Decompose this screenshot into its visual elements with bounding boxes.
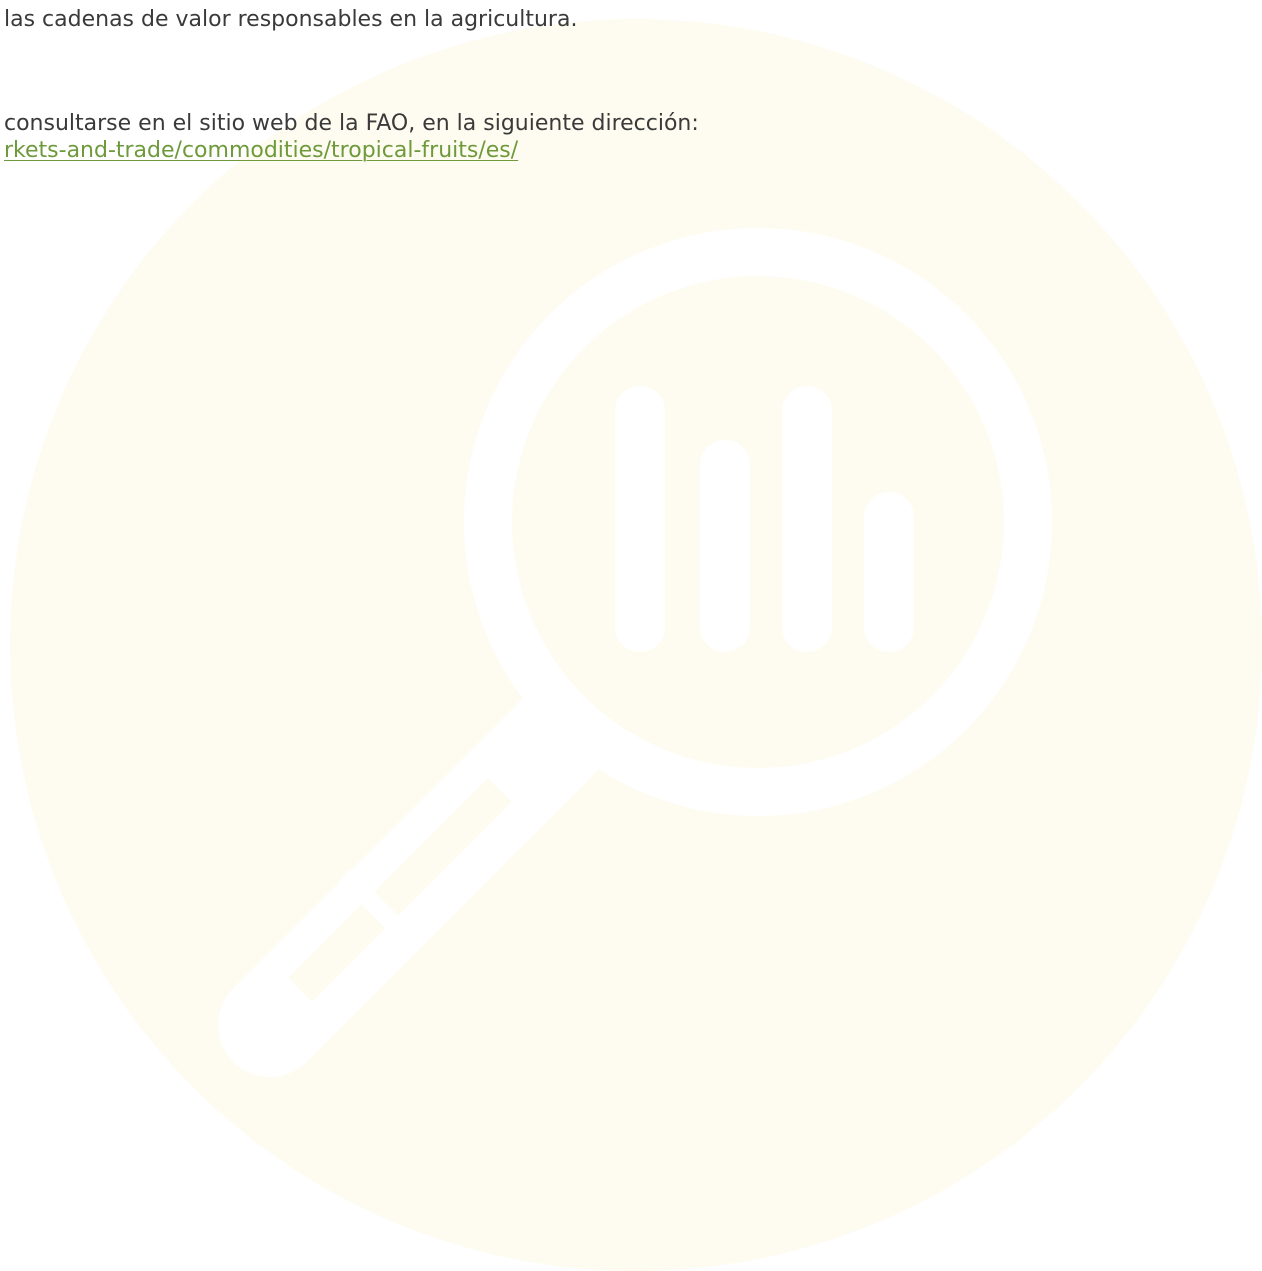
fao-url-link[interactable]: rkets-and-trade/commodities/tropical-fru… (4, 138, 518, 163)
paragraph-text: consultarse en el sitio web de la FAO, e… (4, 111, 699, 136)
bar-chart-bar-icon (864, 492, 914, 652)
magnifier-chart-illustration (10, 19, 1262, 1271)
magnifier-lens-icon (464, 228, 1052, 816)
paragraph-text: las cadenas de valor responsables en la … (4, 7, 578, 32)
bar-chart-bar-icon (782, 386, 832, 652)
fao-url-line: rkets-and-trade/commodities/tropical-fru… (4, 137, 518, 164)
bar-chart-bar-icon (615, 386, 665, 652)
bar-chart-bar-icon (700, 440, 750, 652)
